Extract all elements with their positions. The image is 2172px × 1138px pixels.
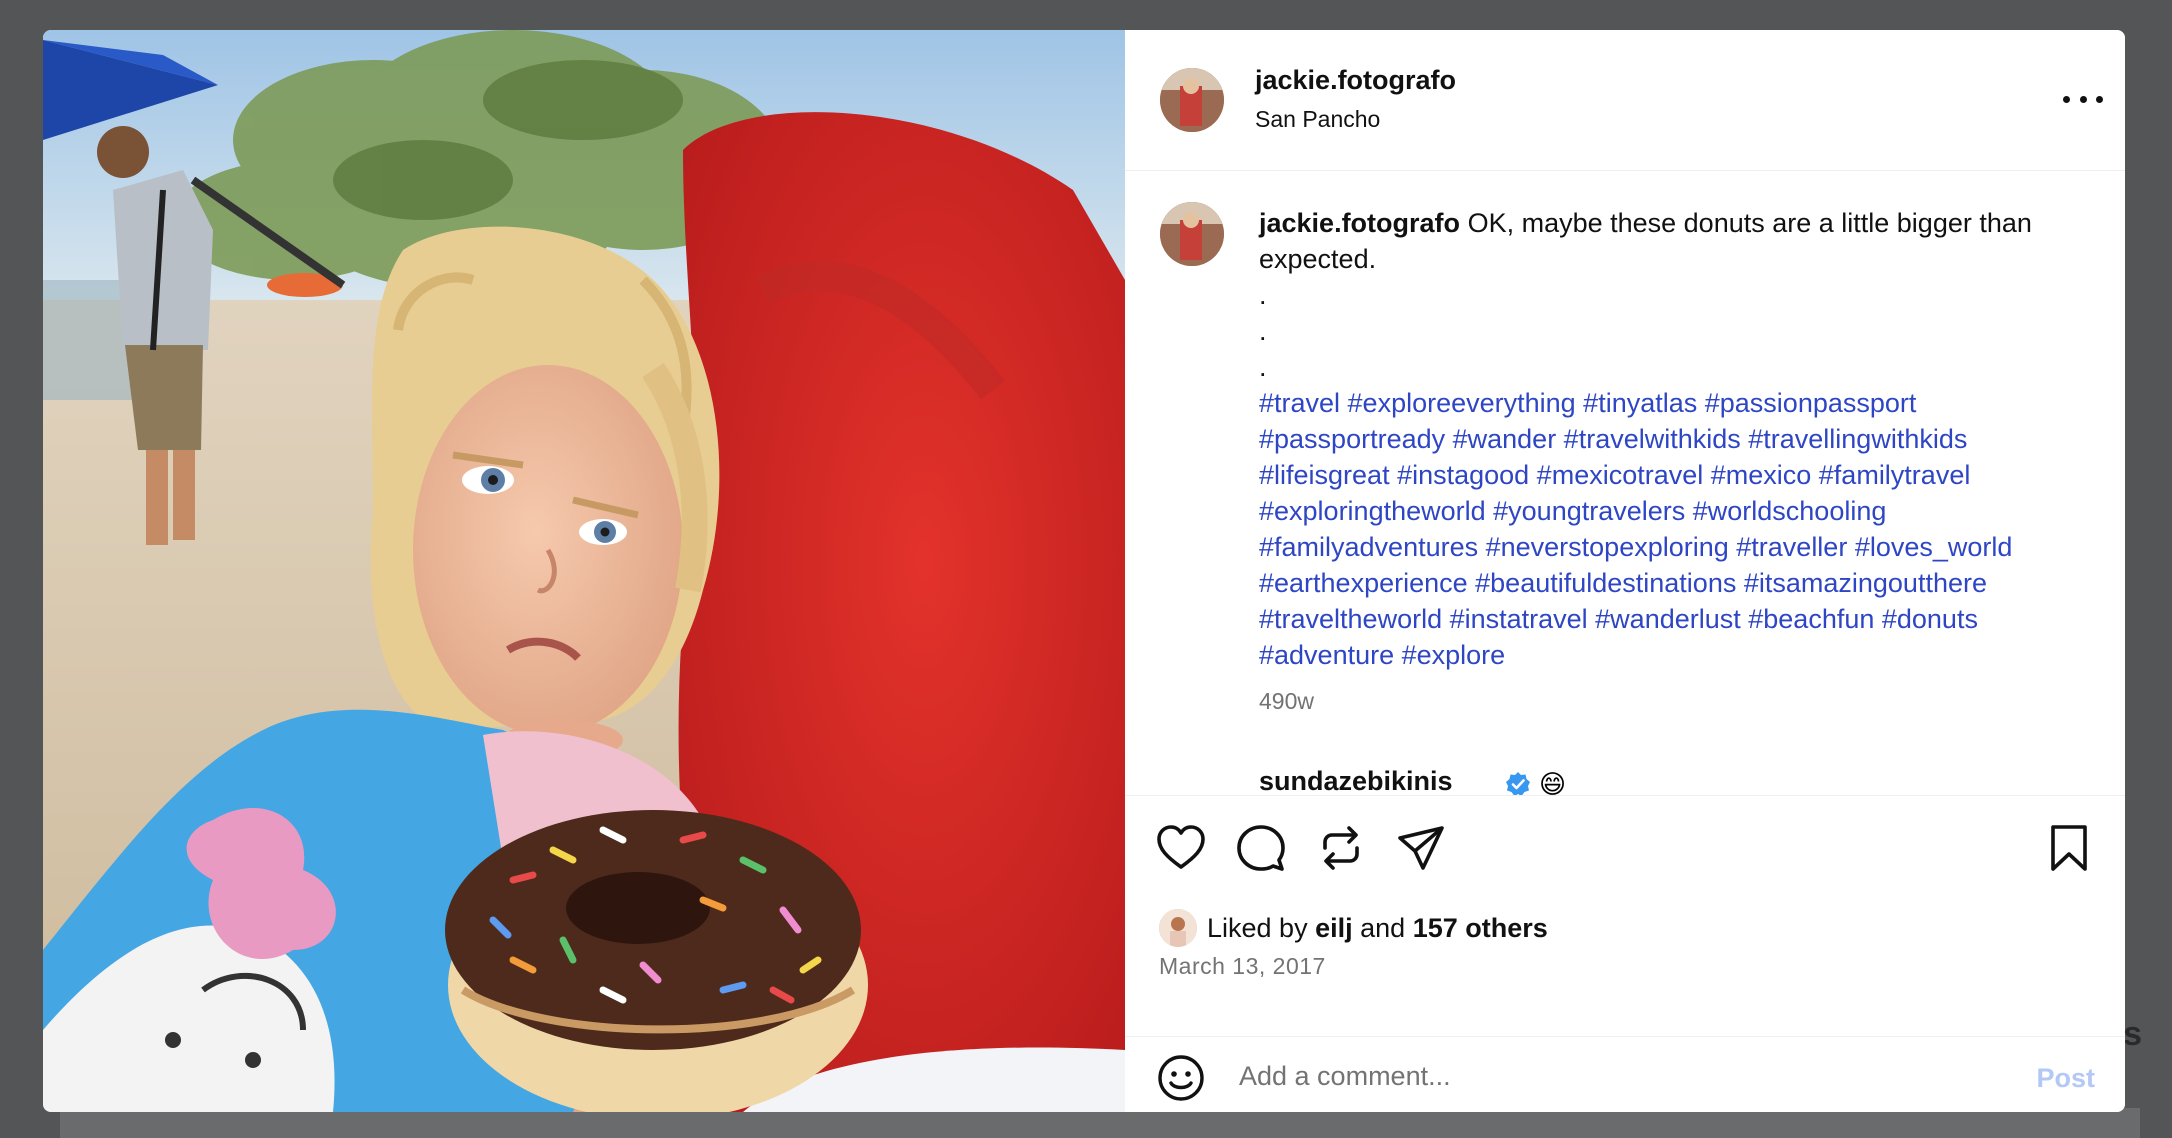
comment-composer: Post (1125, 1036, 2125, 1112)
post-comment-button[interactable]: Post (2036, 1063, 2095, 1094)
likes-prefix: Liked by (1207, 912, 1308, 943)
more-options-button[interactable] (2063, 84, 2103, 114)
caption-dot: . (1259, 280, 1267, 310)
post-side-panel: jackie.fotografo San Pancho jackie.fotog… (1125, 30, 2125, 1112)
comment-icon[interactable] (1235, 822, 1287, 874)
background-feed-strip (60, 1108, 2140, 1138)
comments-section[interactable]: jackie.fotografo OK, maybe these donuts … (1125, 170, 2125, 795)
caption-hashtags[interactable]: #travel #exploreeverything #tinyatlas #p… (1259, 388, 2012, 670)
post-header: jackie.fotografo San Pancho (1125, 30, 2125, 171)
avatar-image (1160, 202, 1224, 266)
emoji-icon[interactable] (1157, 1054, 1205, 1102)
likes-and: and (1360, 912, 1406, 943)
caption-dot: . (1259, 352, 1267, 382)
caption-username[interactable]: jackie.fotografo (1259, 208, 1460, 238)
post-actions: Liked by eilj and 157 others March 13, 2… (1125, 795, 2125, 1112)
liked-by-username[interactable]: eilj (1315, 913, 1353, 944)
caption-time-ago[interactable]: 490w (1259, 688, 1314, 715)
caption-dot: . (1259, 316, 1267, 346)
author-avatar[interactable] (1160, 68, 1224, 132)
post-location[interactable]: San Pancho (1255, 106, 1380, 133)
post-date[interactable]: March 13, 2017 (1159, 953, 1326, 980)
verified-badge-icon (1506, 772, 1530, 795)
likes-summary: Liked by eilj and 157 others (1159, 908, 1548, 948)
caption-avatar[interactable] (1160, 202, 1224, 266)
liker-avatar[interactable] (1159, 909, 1197, 947)
author-username[interactable]: jackie.fotografo (1255, 65, 1456, 96)
repost-icon[interactable] (1315, 822, 1367, 874)
photo-illustration (43, 30, 1125, 1112)
likes-others-link[interactable]: 157 others (1413, 913, 1548, 944)
heart-icon[interactable] (1155, 822, 1207, 874)
comment-text: 😄 (1539, 769, 1567, 795)
avatar-image (1159, 909, 1197, 947)
avatar-image (1160, 68, 1224, 132)
more-icon-dot (2063, 95, 2070, 103)
commenter-username[interactable]: sundazebikinis (1259, 766, 1453, 795)
share-icon[interactable] (1395, 822, 1447, 874)
more-icon-dot (2096, 95, 2103, 103)
comment-input[interactable] (1237, 1055, 1941, 1097)
bookmark-icon[interactable] (2043, 822, 2095, 874)
post-photo[interactable] (43, 30, 1125, 1112)
post-modal: jackie.fotografo San Pancho jackie.fotog… (43, 30, 2125, 1112)
post-caption: jackie.fotografo OK, maybe these donuts … (1259, 205, 2079, 673)
more-icon-dot (2079, 95, 2087, 103)
